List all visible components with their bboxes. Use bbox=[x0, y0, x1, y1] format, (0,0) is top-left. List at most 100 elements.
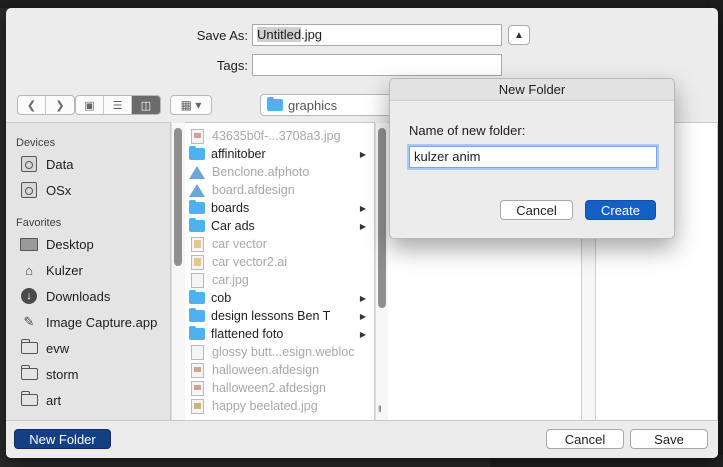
file-column-scrollbar-thumb[interactable] bbox=[378, 128, 386, 308]
sidebar-item-kulzer[interactable]: ⌂ Kulzer bbox=[20, 259, 83, 281]
file-row[interactable]: glossy butt...esign.webloc bbox=[189, 343, 368, 361]
location-name: graphics bbox=[288, 97, 338, 113]
dialog-footer: New Folder Cancel Save bbox=[6, 420, 718, 458]
folder-icon bbox=[189, 146, 205, 160]
file-name: halloween.afdesign bbox=[212, 363, 320, 377]
tags-label: Tags: bbox=[216, 58, 248, 73]
file-row[interactable]: halloween2.afdesign bbox=[189, 379, 368, 397]
folder-icon bbox=[189, 218, 205, 232]
view-mode-control: ▣ ☰ ◫ bbox=[75, 95, 161, 115]
sidebar-item-evw[interactable]: evw bbox=[20, 337, 69, 359]
sidebar-item-storm[interactable]: storm bbox=[20, 363, 79, 385]
chevron-left-icon: ❮ bbox=[26, 99, 37, 112]
chevron-right-icon: ▶ bbox=[359, 311, 366, 321]
chevron-right-icon: ▶ bbox=[359, 149, 366, 159]
document-icon bbox=[191, 272, 204, 288]
grid-icon: ▣ bbox=[84, 99, 95, 112]
folder-icon bbox=[20, 365, 38, 382]
back-button[interactable]: ❮ bbox=[18, 96, 46, 114]
file-name: halloween2.afdesign bbox=[212, 381, 326, 395]
file-row[interactable]: halloween.afdesign bbox=[189, 361, 368, 379]
file-name: glossy butt...esign.webloc bbox=[212, 345, 355, 359]
folder-icon bbox=[20, 391, 38, 408]
file-name: car.jpg bbox=[212, 273, 249, 287]
expand-dialog-button[interactable]: ▲ bbox=[508, 25, 530, 45]
sidebar-item-label: Downloads bbox=[46, 288, 111, 304]
folder-row[interactable]: design lessons Ben T ▶ bbox=[189, 307, 368, 325]
folder-name-input[interactable]: kulzer anim bbox=[409, 146, 657, 168]
sidebar-item-label: Data bbox=[46, 156, 74, 172]
folder-row[interactable]: affinitober ▶ bbox=[189, 145, 368, 163]
file-name: 43635b0f-...3708a3.jpg bbox=[212, 129, 341, 143]
file-name: Benclone.afphoto bbox=[212, 165, 310, 179]
list-view-button[interactable]: ☰ bbox=[104, 96, 132, 114]
back-forward-control: ❮ ❯ bbox=[17, 95, 75, 115]
file-row[interactable]: car.jpg bbox=[189, 271, 368, 289]
folder-icon bbox=[189, 326, 205, 340]
cancel-button[interactable]: Cancel bbox=[546, 429, 624, 449]
chevron-right-icon: ▶ bbox=[359, 329, 366, 339]
disk-icon bbox=[20, 182, 38, 198]
chevron-right-icon: ❯ bbox=[55, 99, 65, 112]
sidebar-item-label: evw bbox=[46, 340, 70, 356]
chevron-up-icon: ▲ bbox=[514, 29, 524, 41]
sheet-cancel-button[interactable]: Cancel bbox=[500, 200, 573, 220]
icon-view-button[interactable]: ▣ bbox=[76, 96, 104, 114]
sidebar-item-image-capture[interactable]: ✎ Image Capture.app bbox=[20, 311, 158, 333]
file-row[interactable]: happy beelated.jpg bbox=[189, 397, 368, 415]
favorites-header: Favorites bbox=[16, 217, 62, 229]
group-icon: ▦ ▾ bbox=[180, 98, 202, 112]
home-icon: ⌂ bbox=[25, 262, 33, 278]
devices-header: Devices bbox=[16, 137, 56, 149]
app-icon: ✎ bbox=[23, 314, 35, 329]
image-file-icon bbox=[191, 362, 204, 378]
affinity-file-icon bbox=[189, 165, 205, 179]
backdrop-top bbox=[0, 0, 723, 8]
column-view-button[interactable]: ◫ bbox=[132, 96, 160, 114]
folder-row[interactable]: flattened foto ▶ bbox=[189, 325, 368, 343]
document-icon bbox=[191, 344, 204, 360]
tags-field[interactable] bbox=[252, 54, 502, 76]
folder-icon bbox=[189, 200, 205, 214]
new-folder-sheet: New Folder Name of new folder: kulzer an… bbox=[389, 78, 675, 239]
sidebar-item-downloads[interactable]: ↓ Downloads bbox=[20, 285, 110, 307]
file-name: cob bbox=[211, 291, 232, 305]
file-row[interactable]: car vector2.ai bbox=[189, 253, 368, 271]
chevron-right-icon: ▶ bbox=[359, 203, 366, 213]
group-by-button[interactable]: ▦ ▾ bbox=[170, 95, 212, 115]
file-name: car vector2.ai bbox=[212, 255, 288, 269]
new-folder-button[interactable]: New Folder bbox=[14, 429, 111, 449]
file-name: affinitober bbox=[211, 147, 266, 161]
forward-button[interactable]: ❯ bbox=[46, 96, 74, 114]
file-name: design lessons Ben T bbox=[211, 309, 331, 323]
location-popup[interactable]: graphics bbox=[260, 94, 400, 116]
sidebar-item-osx[interactable]: OSx bbox=[20, 179, 71, 201]
file-row[interactable]: board.afdesign bbox=[189, 181, 368, 199]
list-icon: ☰ bbox=[112, 99, 123, 112]
file-name: flattened foto bbox=[211, 327, 284, 341]
desktop-icon bbox=[20, 236, 38, 252]
folder-row[interactable]: boards ▶ bbox=[189, 199, 368, 217]
column-resize-handle[interactable]: ‖ bbox=[378, 404, 382, 414]
vector-file-icon bbox=[191, 254, 204, 270]
sidebar-item-art[interactable]: art bbox=[20, 389, 61, 411]
save-as-label: Save As: bbox=[196, 28, 248, 43]
sidebar-item-data[interactable]: Data bbox=[20, 153, 73, 175]
folder-row[interactable]: cob ▶ bbox=[189, 289, 368, 307]
file-row[interactable]: car vector bbox=[189, 235, 368, 253]
file-column: 43635b0f-...3708a3.jpg affinitober ▶ Ben… bbox=[185, 122, 375, 420]
file-name: board.afdesign bbox=[212, 183, 295, 197]
sidebar-item-desktop[interactable]: Desktop bbox=[20, 233, 94, 255]
create-button[interactable]: Create bbox=[585, 200, 656, 220]
save-as-field[interactable]: Untitled.jpg bbox=[252, 24, 502, 46]
download-icon: ↓ bbox=[20, 288, 38, 304]
folder-icon bbox=[189, 290, 205, 304]
file-row[interactable]: 43635b0f-...3708a3.jpg bbox=[189, 127, 368, 145]
file-name: boards bbox=[211, 201, 250, 215]
folder-row[interactable]: Car ads ▶ bbox=[189, 217, 368, 235]
save-button[interactable]: Save bbox=[630, 429, 708, 449]
chevron-right-icon: ▶ bbox=[359, 293, 366, 303]
disk-icon bbox=[20, 156, 38, 172]
file-row[interactable]: Benclone.afphoto bbox=[189, 163, 368, 181]
sidebar-scrollbar-thumb[interactable] bbox=[174, 128, 182, 266]
